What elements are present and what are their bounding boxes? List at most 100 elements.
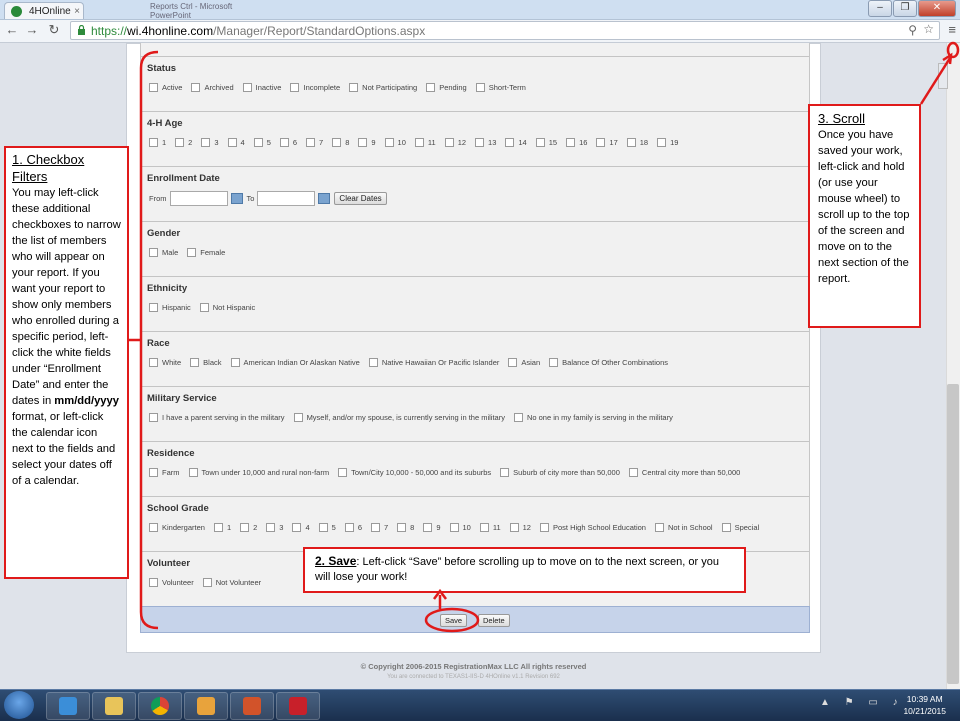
save-button[interactable]: Save <box>440 614 468 627</box>
powerpoint-taskbar-button[interactable] <box>230 692 274 720</box>
checkbox[interactable] <box>626 138 636 147</box>
checkbox-label: 2 <box>253 523 258 532</box>
checkbox[interactable] <box>190 358 200 367</box>
checkbox[interactable] <box>338 468 348 477</box>
checkbox[interactable] <box>449 523 459 532</box>
section-military-service: Military Service I have a parent serving… <box>141 386 809 441</box>
checkbox[interactable] <box>149 303 158 312</box>
checkbox[interactable] <box>201 138 211 147</box>
restore-icon[interactable]: ❐ <box>893 0 917 17</box>
callout-save: 2. Save: Left-click “Save” before scroll… <box>303 547 746 593</box>
checkbox[interactable] <box>306 138 316 147</box>
checkbox[interactable] <box>549 358 559 367</box>
checkbox[interactable] <box>358 138 368 147</box>
checkbox[interactable] <box>230 358 240 367</box>
reload-icon[interactable]: ↻ <box>46 22 62 38</box>
checkbox[interactable] <box>479 523 489 532</box>
checkbox[interactable] <box>475 138 485 147</box>
menu-icon[interactable]: ≡ <box>948 22 956 37</box>
checkbox[interactable] <box>628 468 638 477</box>
checkbox[interactable] <box>149 83 158 92</box>
checkbox[interactable] <box>423 523 433 532</box>
checkbox[interactable] <box>509 523 519 532</box>
checkbox[interactable] <box>596 138 606 147</box>
checkbox[interactable] <box>508 358 518 367</box>
close-tab-icon[interactable]: × <box>74 3 80 20</box>
filter-options: Status Active Archived Inactive Incomplete N… <box>140 43 810 606</box>
side-panel-toggle[interactable] <box>938 63 948 89</box>
checkbox[interactable] <box>397 523 407 532</box>
outlook-taskbar-button[interactable] <box>184 692 228 720</box>
close-window-icon[interactable]: ✕ <box>918 0 956 17</box>
acrobat-taskbar-button[interactable] <box>276 692 320 720</box>
checkbox[interactable] <box>242 83 252 92</box>
checkbox[interactable] <box>475 83 485 92</box>
internet-explorer-taskbar-button[interactable] <box>46 692 90 720</box>
checkbox[interactable] <box>199 303 209 312</box>
scrollbar-thumb[interactable] <box>947 384 959 684</box>
address-bar[interactable]: https://wi.4honline.com/Manager/Report/S… <box>70 21 940 40</box>
checkbox[interactable] <box>266 523 276 532</box>
checkbox[interactable] <box>202 578 212 587</box>
checkbox[interactable] <box>344 523 354 532</box>
checkbox[interactable] <box>505 138 515 147</box>
forward-arrow-icon[interactable]: → <box>24 22 40 37</box>
chrome-taskbar-button[interactable] <box>138 692 182 720</box>
checkbox[interactable] <box>149 358 158 367</box>
callout-date-format: mm/dd/yyyy <box>54 395 119 407</box>
checkbox[interactable] <box>227 138 237 147</box>
checkbox[interactable] <box>500 468 510 477</box>
bookmark-star-icon[interactable]: ☆ <box>923 22 934 36</box>
checkbox[interactable] <box>513 413 523 422</box>
checkbox[interactable] <box>384 138 394 147</box>
checkbox[interactable] <box>253 138 263 147</box>
file-explorer-taskbar-button[interactable] <box>92 692 136 720</box>
checkbox[interactable] <box>426 83 436 92</box>
checkbox[interactable] <box>414 138 424 147</box>
minimize-icon[interactable]: – <box>868 0 892 17</box>
checkbox[interactable] <box>318 523 328 532</box>
from-date-input[interactable] <box>169 191 228 206</box>
checkbox[interactable] <box>368 358 378 367</box>
checkbox[interactable] <box>149 138 158 147</box>
callout-body: You may left-click these additional chec… <box>12 187 121 407</box>
checkbox[interactable] <box>213 523 223 532</box>
checkbox[interactable] <box>292 523 302 532</box>
checkbox[interactable] <box>654 523 664 532</box>
checkbox[interactable] <box>149 413 158 422</box>
zoom-icon[interactable]: ⚲ <box>908 23 917 37</box>
taskbar-clock[interactable]: 10:39 AM 10/21/2015 <box>903 693 946 717</box>
checkbox[interactable] <box>293 413 303 422</box>
checkbox[interactable] <box>657 138 667 147</box>
calendar-icon[interactable] <box>230 193 243 204</box>
checkbox[interactable] <box>444 138 454 147</box>
back-arrow-icon[interactable]: ← <box>4 22 20 37</box>
start-button[interactable] <box>4 691 34 719</box>
checkbox[interactable] <box>191 83 201 92</box>
checkbox-label: Special <box>734 523 760 532</box>
checkbox[interactable] <box>290 83 300 92</box>
checkbox[interactable] <box>149 578 158 587</box>
checkbox[interactable] <box>149 468 158 477</box>
checkbox[interactable] <box>240 523 250 532</box>
browser-title-bar <box>0 0 960 20</box>
checkbox[interactable] <box>370 523 380 532</box>
checkbox[interactable] <box>149 523 158 532</box>
checkbox[interactable] <box>535 138 545 147</box>
browser-tab[interactable]: 4HOnline × <box>4 2 84 19</box>
checkbox[interactable] <box>187 248 197 257</box>
system-tray-icons[interactable]: ▲ ⚑ ▭ ♪ <box>820 697 904 708</box>
checkbox[interactable] <box>149 248 158 257</box>
checkbox[interactable] <box>175 138 185 147</box>
clear-dates-button[interactable]: Clear Dates <box>334 192 387 205</box>
to-date-input[interactable] <box>257 191 316 206</box>
checkbox[interactable] <box>721 523 731 532</box>
checkbox[interactable] <box>279 138 289 147</box>
delete-button[interactable]: Delete <box>478 614 510 627</box>
checkbox[interactable] <box>188 468 198 477</box>
calendar-icon[interactable] <box>318 193 331 204</box>
checkbox[interactable] <box>539 523 549 532</box>
checkbox[interactable] <box>349 83 359 92</box>
checkbox[interactable] <box>566 138 576 147</box>
checkbox[interactable] <box>332 138 342 147</box>
